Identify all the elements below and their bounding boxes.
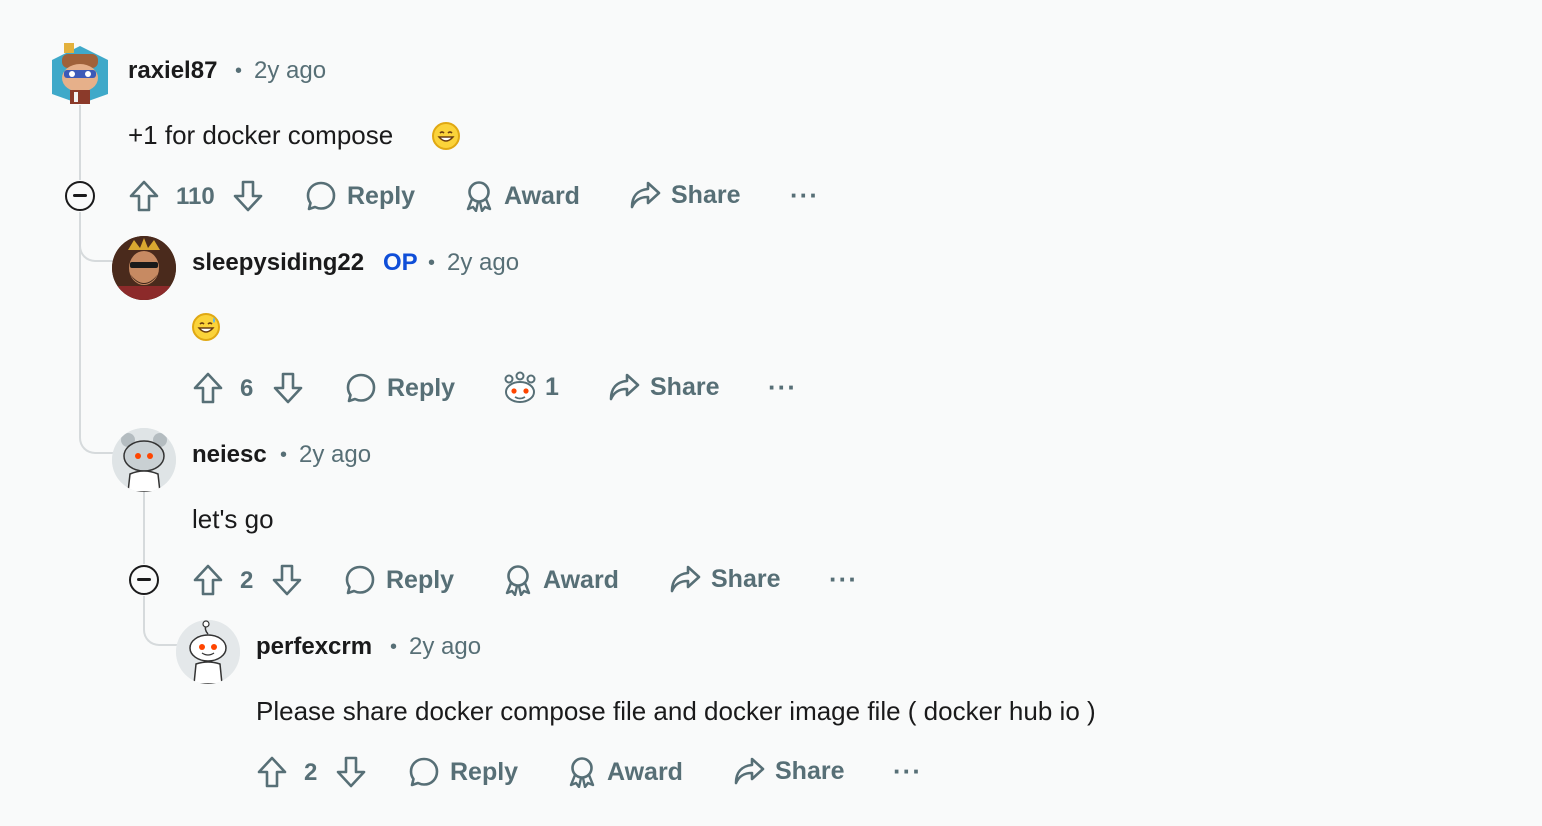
reply-button[interactable]: Reply — [305, 180, 415, 212]
comment-bubble-icon — [345, 565, 375, 595]
comment-bubble-icon — [409, 757, 439, 787]
share-button[interactable]: Share — [608, 372, 719, 402]
comment-bubble-icon — [306, 181, 336, 211]
grinning-sweat-emoji — [192, 313, 220, 341]
reply-label: Reply — [347, 181, 416, 210]
more-options-button[interactable]: ··· — [829, 564, 858, 595]
award-label: Award — [543, 565, 619, 594]
award-count: 1 — [545, 372, 559, 401]
award-ribbon-icon — [505, 565, 531, 596]
comment-body: Please share docker compose file and doc… — [256, 696, 1096, 726]
avatar[interactable] — [112, 428, 176, 492]
reply-button[interactable]: Reply — [344, 564, 454, 596]
downvote-icon[interactable] — [272, 371, 304, 410]
award-label: Award — [607, 757, 683, 786]
vote-count: 110 — [176, 183, 215, 210]
comment-body: +1 for docker compose — [128, 120, 394, 150]
op-badge: OP — [383, 249, 418, 276]
comment-timestamp[interactable]: 2y ago — [254, 57, 326, 85]
separator-dot: • — [390, 636, 398, 658]
thread-elbow — [143, 596, 179, 646]
award-ribbon-icon — [466, 181, 492, 212]
share-arrow-icon — [670, 565, 701, 593]
avatar[interactable] — [112, 236, 176, 300]
award-button[interactable]: Award — [503, 564, 619, 596]
award-ribbon-icon — [569, 757, 595, 788]
more-options-button[interactable]: ··· — [768, 372, 797, 403]
avatar[interactable] — [48, 38, 112, 106]
share-arrow-icon — [630, 181, 661, 209]
vote-count: 2 — [304, 759, 318, 786]
comment-timestamp[interactable]: 2y ago — [299, 441, 371, 469]
thread-line — [79, 212, 81, 412]
thread-line — [79, 105, 81, 180]
separator-dot: • — [280, 444, 288, 466]
comment-username[interactable]: sleepysiding22 — [192, 249, 364, 277]
reply-label: Reply — [387, 373, 456, 402]
more-options-button[interactable]: ··· — [790, 180, 819, 211]
award-button[interactable]: Award — [567, 756, 683, 788]
share-arrow-icon — [609, 373, 640, 401]
avatar[interactable] — [176, 620, 240, 684]
vote-count: 6 — [240, 375, 254, 402]
separator-dot: • — [235, 60, 243, 82]
award-button[interactable]: Award — [464, 180, 580, 212]
reply-button[interactable]: Reply — [408, 756, 518, 788]
thread-elbow — [79, 212, 115, 262]
comment-bubble-icon — [346, 373, 376, 403]
downvote-icon[interactable] — [335, 755, 367, 794]
comment-body: let's go — [192, 504, 274, 534]
reply-label: Reply — [386, 565, 455, 594]
share-button[interactable]: Share — [669, 564, 780, 594]
vote-count: 2 — [240, 567, 254, 594]
collapse-thread-button[interactable] — [129, 565, 159, 595]
share-label: Share — [711, 564, 781, 593]
more-options-button[interactable]: ··· — [893, 756, 922, 787]
upvote-icon[interactable] — [256, 755, 288, 794]
upvote-icon[interactable] — [128, 179, 160, 218]
upvote-icon[interactable] — [192, 371, 224, 410]
grinning-face-emoji — [432, 122, 460, 150]
downvote-icon[interactable] — [271, 563, 303, 602]
share-label: Share — [775, 756, 845, 785]
share-label: Share — [671, 180, 741, 209]
comment-timestamp[interactable]: 2y ago — [409, 633, 481, 661]
comment-username[interactable]: neiesc — [192, 441, 267, 469]
separator-dot: • — [428, 252, 436, 274]
award-button[interactable]: 1 — [503, 370, 559, 404]
share-arrow-icon — [734, 757, 765, 785]
thread-line — [143, 492, 145, 564]
reply-button[interactable]: Reply — [345, 372, 455, 404]
downvote-icon[interactable] — [232, 179, 264, 218]
share-button[interactable]: Share — [629, 180, 740, 210]
snoo-award-icon — [504, 371, 536, 403]
award-label: Award — [504, 181, 580, 210]
thread-elbow — [79, 410, 115, 454]
upvote-icon[interactable] — [192, 563, 224, 602]
comment-timestamp[interactable]: 2y ago — [447, 249, 519, 277]
share-button[interactable]: Share — [733, 756, 844, 786]
share-label: Share — [650, 372, 720, 401]
comment-username[interactable]: raxiel87 — [128, 57, 217, 85]
reply-label: Reply — [450, 757, 519, 786]
collapse-thread-button[interactable] — [65, 181, 95, 211]
comment-username[interactable]: perfexcrm — [256, 633, 372, 661]
